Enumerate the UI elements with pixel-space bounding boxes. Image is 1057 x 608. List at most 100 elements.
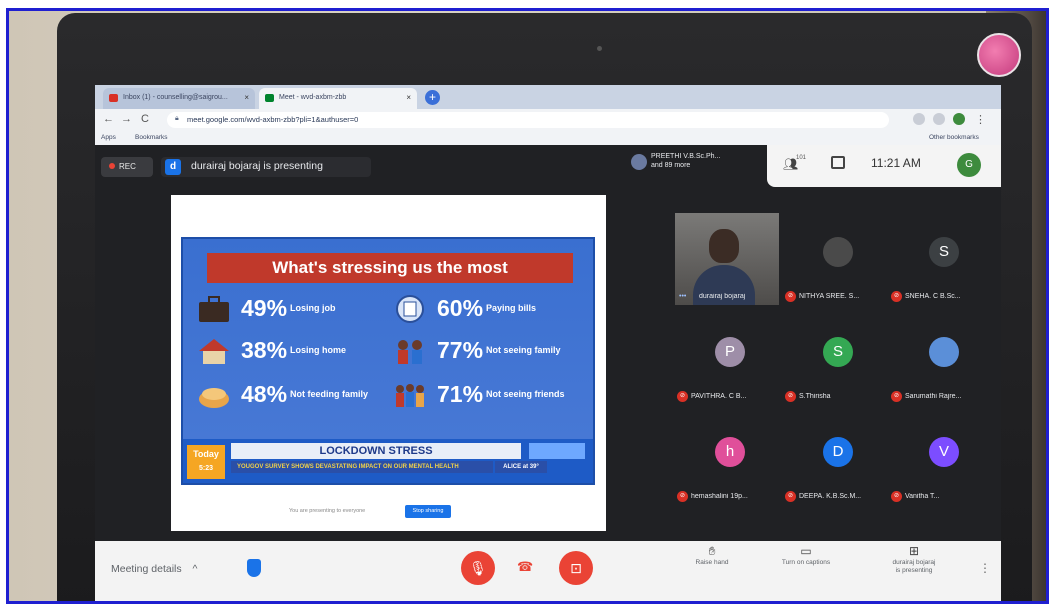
participant-name: PAVITHRA. C B...	[691, 393, 747, 400]
profile-avatar[interactable]	[953, 113, 965, 125]
others-line2: and 89 more	[651, 162, 691, 169]
stat-not-seeing-friends: 71% Not seeing friends	[393, 379, 583, 413]
gmail-icon	[109, 94, 118, 102]
meeting-details-label: Meeting details	[111, 563, 182, 575]
rec-label: REC	[119, 162, 136, 171]
stop-sharing-button[interactable]: Stop sharing	[405, 505, 451, 518]
back-icon[interactable]: ←	[103, 113, 114, 125]
close-icon[interactable]: ×	[406, 93, 411, 102]
presenting-notice: You are presenting to everyone Stop shar…	[289, 505, 489, 519]
hand-icon: ✋︎	[708, 544, 716, 558]
tab-strip: Inbox (1) - counselling@saigrou... × Mee…	[95, 85, 1001, 109]
banner-headline: LOCKDOWN STRESS	[231, 443, 521, 459]
presenter-text: durairaj bojaraj is presenting	[191, 160, 323, 172]
briefcase-icon	[199, 296, 229, 322]
channel-graphic	[529, 443, 585, 459]
raise-hand-button[interactable]: ✋︎ Raise hand	[677, 544, 747, 567]
photo-frame: Inbox (1) - counselling@saigrou... × Mee…	[6, 8, 1049, 604]
present-icon: ⊞	[908, 544, 920, 558]
reload-icon[interactable]: C	[141, 113, 149, 125]
menu-icon[interactable]: ⋮	[975, 113, 986, 126]
new-tab-button[interactable]: +	[425, 90, 440, 105]
others-summary[interactable]: PREETHI V.B.Sc.Ph... and 89 more	[631, 150, 761, 178]
participant-name: NITHYA SREE. S...	[799, 293, 860, 300]
participant-name: hemashalini 19p...	[691, 493, 748, 500]
stat-percent: 38%	[241, 337, 288, 363]
participant-avatar	[631, 154, 647, 170]
shield-icon[interactable]	[247, 559, 261, 577]
logo-time: 5:23	[198, 465, 213, 472]
chat-icon[interactable]	[831, 156, 845, 169]
participant-name: S.Thirisha	[799, 393, 831, 400]
browser-toolbar: ← → C 🔒︎ meet.google.com/wvd-axbm-zbb?pl…	[95, 109, 1001, 131]
bookmarks-link[interactable]: Bookmarks	[135, 134, 168, 141]
slide-canvas: What's stressing us the most 49% Losing …	[171, 195, 606, 531]
stat-label: Paying bills	[486, 303, 537, 313]
slide-title: What's stressing us the most	[207, 253, 573, 283]
tab-label: Meet - wvd-axbm-zbb	[279, 94, 347, 101]
participant-tile[interactable]: h ⊘ hemashalini 19p...	[675, 413, 781, 511]
captions-button[interactable]: ▭ Turn on captions	[771, 545, 841, 567]
laptop-screen: Inbox (1) - counselling@saigrou... × Mee…	[95, 85, 1001, 604]
star-icon[interactable]	[933, 113, 945, 125]
stat-percent: 48%	[241, 381, 288, 407]
participant-avatar: V	[929, 437, 959, 467]
meeting-details-button[interactable]: Meeting details ^	[111, 563, 197, 575]
close-icon[interactable]: ×	[244, 93, 249, 102]
house-icon	[199, 339, 229, 364]
participant-name: Vanitha T...	[905, 493, 940, 500]
participant-name: DEEPA. K.B.Sc.M...	[799, 493, 862, 500]
webcam	[597, 46, 602, 51]
laptop-sticker	[977, 33, 1021, 77]
participant-tile[interactable]: V ⊘ Vanitha T...	[889, 413, 995, 511]
stat-not-seeing-family: 77% Not seeing family	[393, 335, 583, 369]
participant-tile[interactable]: ⊘ Sarumathi Rajre...	[889, 313, 995, 411]
participant-name: durairaj bojaraj	[699, 293, 746, 300]
camera-off-icon: ⊡	[570, 560, 582, 576]
banner-subline: YOUGOV SURVEY SHOWS DEVASTATING IMPACT O…	[231, 461, 493, 473]
meet-icon	[265, 94, 274, 102]
extension-icon[interactable]	[913, 113, 925, 125]
apps-link[interactable]: Apps	[101, 134, 116, 141]
camera-toggle-button[interactable]: ⊡	[559, 551, 593, 585]
bill-icon	[396, 295, 424, 323]
more-options-icon[interactable]: ⋮	[979, 561, 991, 575]
participant-avatar: P	[715, 337, 745, 367]
stat-label: Losing home	[290, 345, 346, 355]
stat-paying-bills: 60% Paying bills	[393, 293, 583, 327]
shared-slide: What's stressing us the most 49% Losing …	[181, 237, 595, 485]
participant-avatar	[823, 237, 853, 267]
self-avatar[interactable]: G	[957, 153, 981, 177]
participant-name: SNEHA. C B.Sc...	[905, 293, 961, 300]
stat-percent: 49%	[241, 295, 288, 321]
participant-tile[interactable]: S ⊘ SNEHA. C B.Sc...	[889, 213, 995, 311]
participant-avatar	[929, 337, 959, 367]
address-bar[interactable]: 🔒︎ meet.google.com/wvd-axbm-zbb?pli=1&au…	[167, 112, 889, 128]
tab-label: Inbox (1) - counselling@saigrou...	[123, 94, 228, 101]
lock-icon: 🔒︎	[175, 115, 179, 122]
face	[709, 229, 739, 263]
participant-tile[interactable]: ••• durairaj bojaraj	[675, 213, 781, 311]
other-bookmarks-link[interactable]: Other bookmarks	[929, 134, 979, 141]
participant-avatar: h	[715, 437, 745, 467]
presenting-line1: durairaj bojaraj	[892, 559, 936, 566]
os-taskbar	[95, 603, 1001, 604]
forward-icon[interactable]: →	[121, 113, 132, 125]
participant-name: Sarumathi Rajre...	[905, 393, 962, 400]
mic-toggle-button[interactable]: 🎙︎	[461, 551, 495, 585]
participant-tile[interactable]: ⊘ NITHYA SREE. S...	[783, 213, 889, 311]
url-text: meet.google.com/wvd-axbm-zbb?pli=1&authu…	[187, 115, 359, 124]
stat-percent: 60%	[437, 295, 484, 321]
today-show-logo: Today 5:23	[187, 445, 225, 479]
participant-tile[interactable]: P ⊘ PAVITHRA. C B...	[675, 313, 781, 411]
presenting-button[interactable]: ⊞ durairaj bojaraj is presenting	[879, 544, 949, 575]
participant-tile[interactable]: D ⊘ DEEPA. K.B.Sc.M...	[783, 413, 889, 511]
chevron-up-icon: ^	[192, 563, 198, 575]
tab-inbox[interactable]: Inbox (1) - counselling@saigrou... ×	[103, 88, 255, 109]
hang-up-icon[interactable]: ☎︎	[517, 559, 533, 575]
participant-avatar: S	[929, 237, 959, 267]
presenter-banner: d durairaj bojaraj is presenting	[161, 157, 371, 177]
participant-tile[interactable]: S ⊘ S.Thirisha	[783, 313, 889, 411]
people-count: 101	[796, 155, 807, 161]
tab-meet[interactable]: Meet - wvd-axbm-zbb ×	[259, 88, 417, 109]
